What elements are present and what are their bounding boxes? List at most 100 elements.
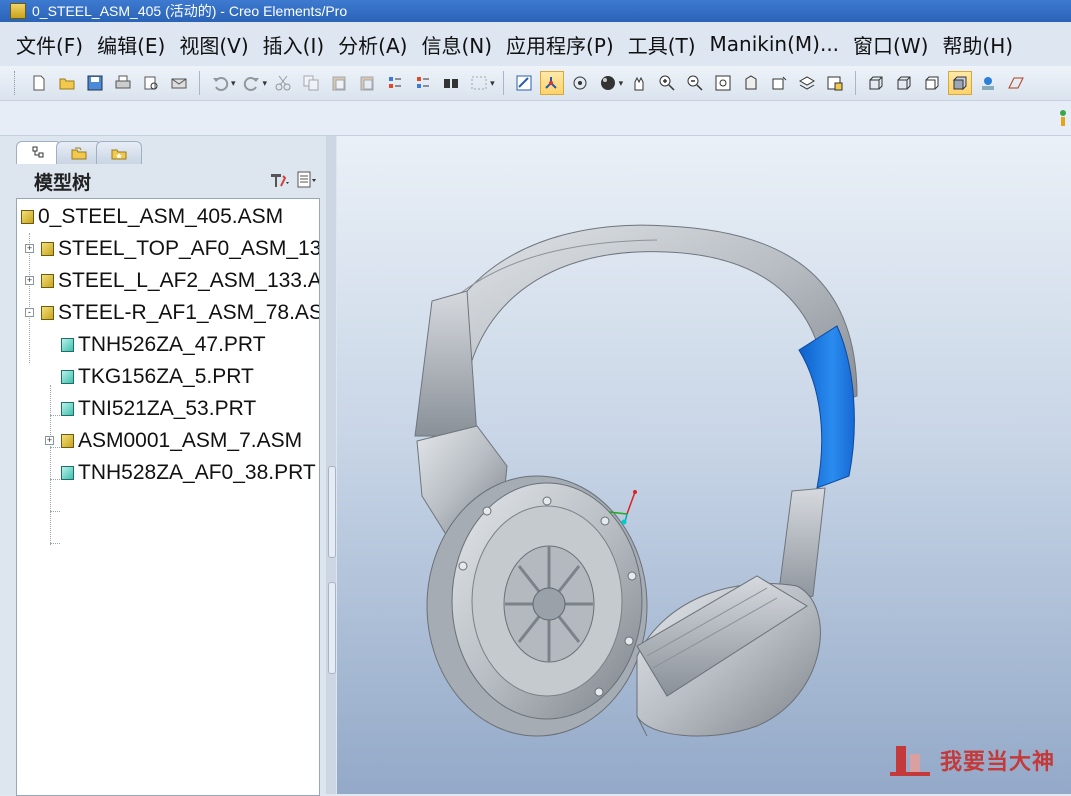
tree-node-label: STEEL_TOP_AF0_ASM_13 xyxy=(58,237,320,260)
expand-toggle[interactable]: + xyxy=(45,436,54,445)
tree-node-steel-top[interactable]: STEEL_TOP_AF0_ASM_13 xyxy=(41,235,320,263)
new-file-icon[interactable] xyxy=(27,71,51,95)
headphone-model[interactable] xyxy=(337,136,1071,794)
toolbar-separator xyxy=(502,71,504,95)
assembly-icon xyxy=(21,210,34,224)
select-box-icon[interactable] xyxy=(467,71,491,95)
cut-icon[interactable] xyxy=(271,71,295,95)
menu-info[interactable]: 信息(N) xyxy=(414,30,499,59)
tree-node-asm0001[interactable]: ASM0001_ASM_7.ASM xyxy=(61,427,302,455)
regenerate-manager-icon[interactable] xyxy=(411,71,435,95)
find-icon[interactable] xyxy=(439,71,463,95)
menu-applications[interactable]: 应用程序(P) xyxy=(499,30,621,59)
tree-node-label: 0_STEEL_ASM_405.ASM xyxy=(38,205,284,228)
tree-connector xyxy=(50,415,60,416)
assembly-icon xyxy=(41,306,54,320)
zoom-in-icon[interactable] xyxy=(655,71,679,95)
window-title: 0_STEEL_ASM_405 (活动的) - Creo Elements/Pr… xyxy=(32,3,348,19)
redo-icon[interactable] xyxy=(240,71,264,95)
pan-hand-icon[interactable] xyxy=(627,71,651,95)
part-icon xyxy=(61,466,74,480)
splitter-grip[interactable] xyxy=(328,466,336,558)
expand-toggle[interactable]: + xyxy=(25,244,34,253)
graphics-window[interactable]: 我要当大神 xyxy=(337,136,1071,794)
appearance-sphere-icon[interactable] xyxy=(596,71,620,95)
menu-tools[interactable]: 工具(T) xyxy=(621,30,703,59)
zoom-out-icon[interactable] xyxy=(683,71,707,95)
enhanced-realism-icon[interactable] xyxy=(976,71,1000,95)
view-manager-icon[interactable] xyxy=(823,71,847,95)
refit-icon[interactable] xyxy=(711,71,735,95)
print-preview-icon[interactable] xyxy=(139,71,163,95)
left-slider xyxy=(414,290,478,437)
saved-views-icon[interactable] xyxy=(767,71,791,95)
panel-splitter[interactable] xyxy=(326,136,336,794)
watermark-logo-icon xyxy=(889,746,930,776)
menu-window[interactable]: 窗口(W) xyxy=(846,30,935,59)
app-icon xyxy=(10,3,26,19)
menu-analysis[interactable]: 分析(A) xyxy=(331,30,414,59)
no-hidden-icon[interactable] xyxy=(920,71,944,95)
tree-node-label: TNH526ZA_47.PRT xyxy=(78,333,266,356)
menu-edit[interactable]: 编辑(E) xyxy=(90,30,172,59)
tree-node-root[interactable]: 0_STEEL_ASM_405.ASM xyxy=(21,203,283,231)
menu-manikin[interactable]: Manikin(M)... xyxy=(703,32,847,56)
model-tree-title: 模型树 xyxy=(34,171,92,194)
copy-icon[interactable] xyxy=(299,71,323,95)
navigator-tabs xyxy=(16,141,142,165)
model-tree[interactable]: 0_STEEL_ASM_405.ASM + STEEL_TOP_AF0_ASM_… xyxy=(16,198,320,796)
datum-plane-icon[interactable] xyxy=(1004,71,1028,95)
shading-icon[interactable] xyxy=(948,71,973,95)
part-icon xyxy=(61,370,74,384)
menu-bar: 文件(F) 编辑(E) 视图(V) 插入(I) 分析(A) 信息(N) 应用程序… xyxy=(0,22,1071,66)
tree-node-label: ASM0001_ASM_7.ASM xyxy=(78,429,303,452)
menu-help[interactable]: 帮助(H) xyxy=(935,30,1020,59)
collapse-toggle[interactable]: - xyxy=(25,308,34,317)
tree-node-steel-l[interactable]: STEEL_L_AF2_ASM_133.A xyxy=(41,267,319,295)
menu-view[interactable]: 视图(V) xyxy=(172,30,255,59)
menu-file[interactable]: 文件(F) xyxy=(0,30,90,59)
secondary-toolbar xyxy=(0,101,1071,136)
splitter-grip[interactable] xyxy=(328,582,336,674)
status-figure-icon[interactable] xyxy=(1059,109,1067,127)
paste-special-icon[interactable] xyxy=(355,71,379,95)
tree-node-tnh526za[interactable]: TNH526ZA_47.PRT xyxy=(61,331,266,359)
assembly-icon xyxy=(61,434,74,448)
toolbar-separator xyxy=(855,71,857,95)
regenerate-icon[interactable] xyxy=(383,71,407,95)
tree-node-tkg156za[interactable]: TKG156ZA_5.PRT xyxy=(61,363,254,391)
expand-toggle[interactable]: + xyxy=(25,276,34,285)
tree-connector xyxy=(50,447,60,448)
spin-center-icon[interactable] xyxy=(539,71,564,95)
mail-icon[interactable] xyxy=(167,71,191,95)
navigator-panel: 模型树 0_STEEL_ASM_405.ASM + STEEL_TOP_AF0_… xyxy=(0,136,337,796)
undo-icon[interactable] xyxy=(208,71,232,95)
tree-settings-icon[interactable] xyxy=(268,170,290,190)
open-folder-icon[interactable] xyxy=(55,71,79,95)
reorient-icon[interactable] xyxy=(739,71,763,95)
hidden-line-icon[interactable] xyxy=(892,71,916,95)
show-menu-icon[interactable] xyxy=(296,170,318,190)
headband xyxy=(427,224,858,437)
main-toolbar: ▾ ▾ ▾ ▾ xyxy=(0,66,1071,101)
print-icon[interactable] xyxy=(111,71,135,95)
part-icon xyxy=(61,338,74,352)
tree-node-tni521za[interactable]: TNI521ZA_53.PRT xyxy=(61,395,256,423)
tree-connector xyxy=(50,511,60,512)
wireframe-icon[interactable] xyxy=(864,71,888,95)
layers-icon[interactable] xyxy=(795,71,819,95)
menu-insert[interactable]: 插入(I) xyxy=(256,30,332,59)
tree-node-steel-r[interactable]: STEEL-R_AF1_ASM_78.AS xyxy=(41,299,319,327)
save-icon[interactable] xyxy=(83,71,107,95)
title-bar: 0_STEEL_ASM_405 (活动的) - Creo Elements/Pr… xyxy=(0,0,1071,22)
appearance-dropdown-icon[interactable]: ▾ xyxy=(619,78,624,89)
tree-node-tnh528za[interactable]: TNH528ZA_AF0_38.PRT xyxy=(61,459,316,487)
favorites-tab[interactable] xyxy=(96,141,142,164)
model-tree-icon xyxy=(32,146,44,158)
tree-connector xyxy=(50,543,60,544)
toolbar-grip[interactable] xyxy=(14,71,19,95)
tree-node-label: TNI521ZA_53.PRT xyxy=(78,397,257,420)
paste-icon[interactable] xyxy=(327,71,351,95)
repaint-icon[interactable] xyxy=(512,71,536,95)
orient-mode-icon[interactable] xyxy=(568,71,592,95)
